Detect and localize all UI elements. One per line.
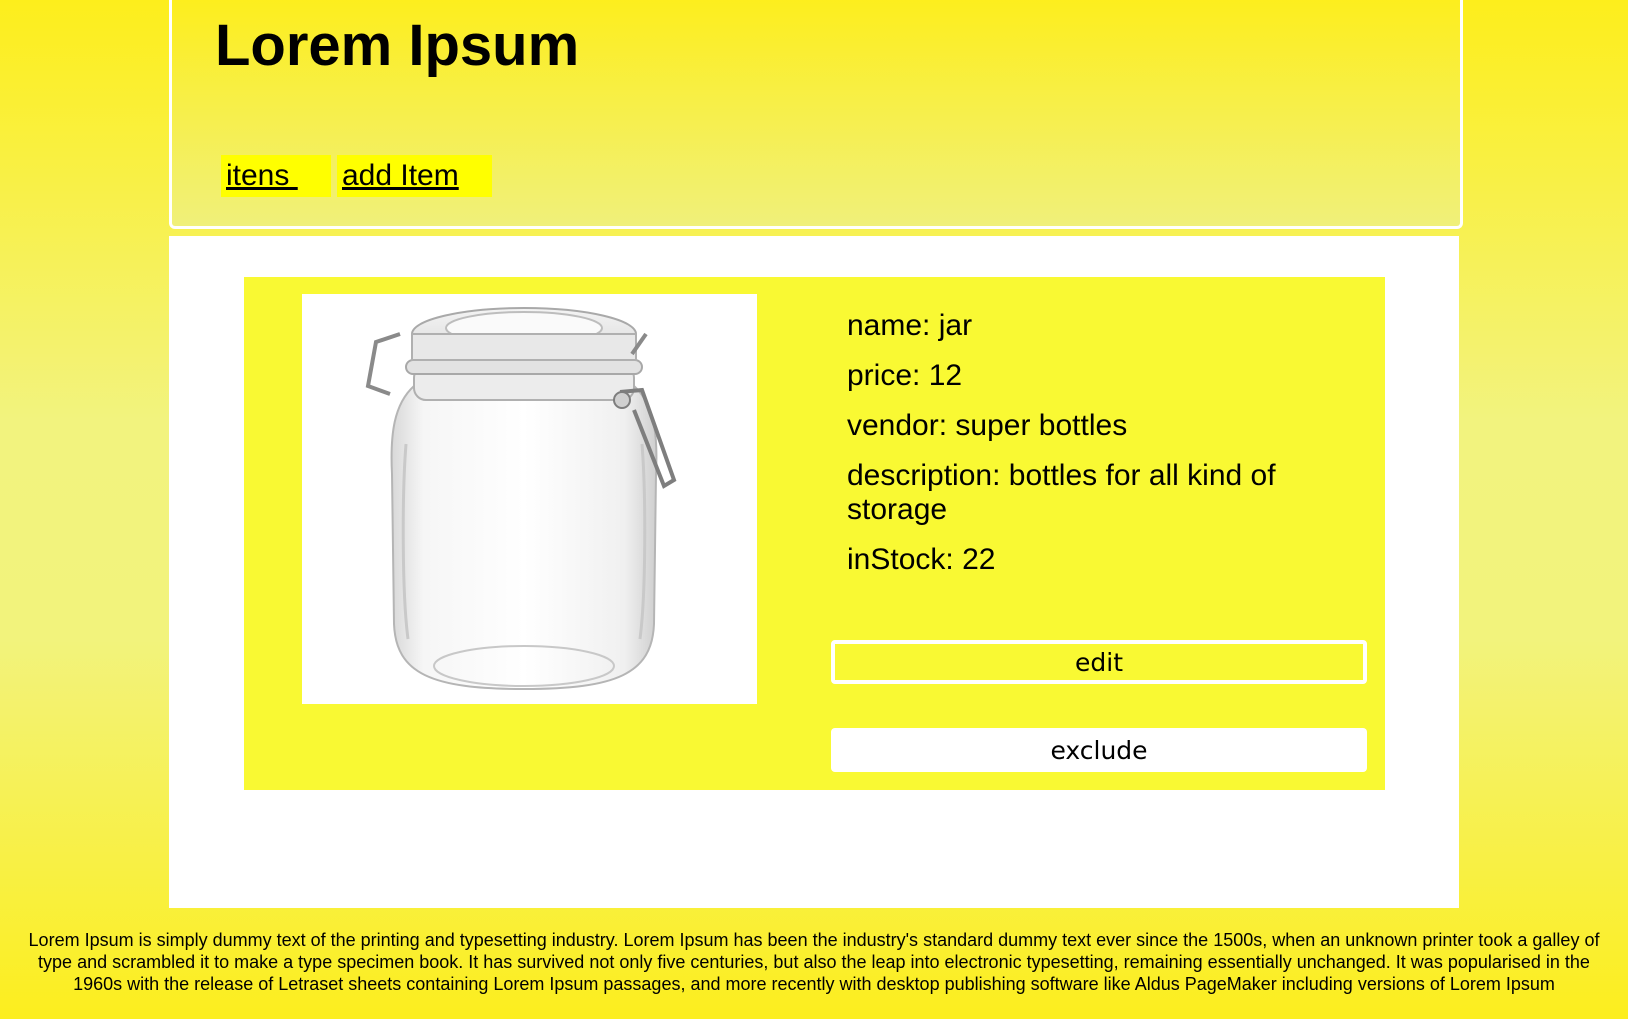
nav-link-items[interactable]: itens — [221, 155, 331, 197]
field-label: description: — [847, 459, 1001, 492]
site-header: Lorem Ipsum itens add Item — [169, 0, 1463, 229]
site-title: Lorem Ipsum — [215, 13, 580, 78]
field-label: name: — [847, 309, 931, 342]
product-price: price: 12 — [847, 359, 1307, 393]
product-name: name: jar — [847, 309, 1307, 343]
field-value: 22 — [962, 543, 996, 576]
product-in-stock: inStock: 22 — [847, 543, 1307, 577]
product-details: name: jar price: 12 vendor: super bottle… — [847, 309, 1307, 593]
footer-text: Lorem Ipsum is simply dummy text of the … — [28, 930, 1600, 994]
product-image — [302, 294, 757, 704]
main-nav: itens add Item — [221, 155, 492, 197]
field-value: super bottles — [955, 409, 1128, 442]
product-vendor: vendor: super bottles — [847, 409, 1307, 443]
product-card: name: jar price: 12 vendor: super bottle… — [244, 277, 1385, 790]
exclude-button[interactable]: exclude — [831, 728, 1367, 772]
edit-button[interactable]: edit — [831, 640, 1367, 684]
field-label: vendor: — [847, 409, 948, 442]
field-label: inStock: — [847, 543, 954, 576]
jar-image — [365, 307, 677, 691]
product-description: description: bottles for all kind of sto… — [847, 459, 1307, 527]
main-content: name: jar price: 12 vendor: super bottle… — [169, 236, 1459, 908]
field-value: 12 — [928, 359, 963, 392]
field-label: price: — [847, 359, 921, 392]
field-value: jar — [938, 309, 973, 342]
nav-link-add-item[interactable]: add Item — [337, 155, 492, 197]
